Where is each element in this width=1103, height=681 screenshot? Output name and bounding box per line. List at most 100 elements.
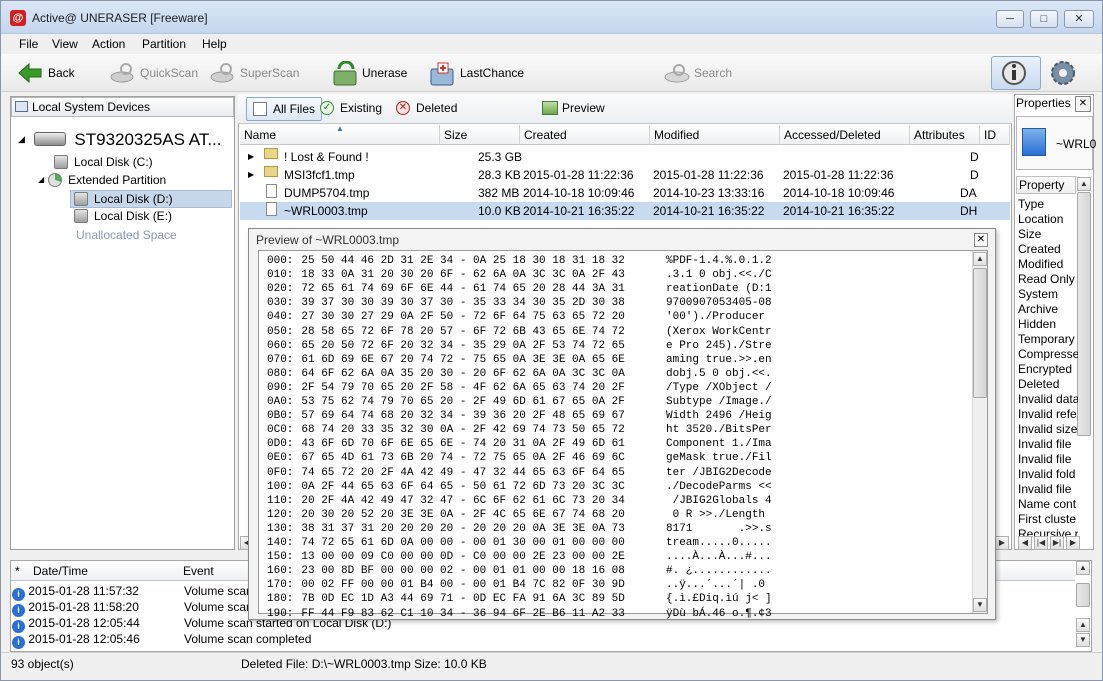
property-item[interactable]: Invalid file [1018, 437, 1078, 451]
column-size[interactable]: Size [440, 125, 520, 145]
log-row[interactable]: i 2015-01-28 12:05:44 Volume scan started… [12, 615, 391, 633]
log-row[interactable]: i 2015-01-28 11:57:32 Volume scan [12, 583, 253, 601]
property-item[interactable]: Invalid file [1018, 482, 1078, 496]
close-button[interactable]: ✕ [1064, 10, 1094, 28]
property-item[interactable]: Invalid fold [1018, 467, 1078, 481]
lastchance-button[interactable]: LastChance [429, 59, 524, 87]
tab-all-files[interactable]: All Files [246, 97, 323, 121]
tree-item-local-disk-d[interactable]: Local Disk (D:) [70, 190, 232, 208]
log-col-star[interactable]: * [15, 564, 20, 578]
property-item[interactable]: Encrypted [1018, 362, 1078, 376]
properties-close-button[interactable]: ✕ [1075, 96, 1091, 112]
hex-scroll-down-button[interactable]: ▼ [973, 598, 987, 612]
hex-offset: 020: [267, 283, 294, 296]
property-item[interactable]: Compressed [1018, 347, 1078, 361]
quickscan-button[interactable]: QuickScan [109, 59, 198, 87]
column-accessed[interactable]: Accessed/Deleted [780, 125, 910, 145]
log-col-date[interactable]: Date/Time [33, 564, 88, 578]
menu-action[interactable]: Action [92, 37, 125, 51]
prop-scroll-left-button[interactable]: ◀ [1018, 536, 1032, 550]
property-item[interactable]: Archive [1018, 302, 1078, 316]
log-row[interactable]: i 2015-01-28 11:58:20 Volume scan [12, 599, 253, 617]
hex-row: 050: 28 58 65 72 6F 78 20 57 - 6F 72 6B 4… [267, 325, 625, 339]
property-item[interactable]: Name cont [1018, 497, 1078, 511]
property-item[interactable]: Created [1018, 242, 1078, 256]
property-item[interactable]: Invalid file [1018, 452, 1078, 466]
column-id[interactable]: ID [980, 125, 1010, 145]
prop-scroll-start-button[interactable]: |◀ [1034, 536, 1048, 550]
collapse-icon: ◢ [18, 134, 25, 144]
maximize-button[interactable]: □ [1030, 10, 1058, 28]
property-column-header[interactable]: Property [1016, 176, 1076, 194]
tree-item-local-disk-c[interactable]: Local Disk (C:) [54, 155, 153, 169]
minimize-button[interactable]: ─ [996, 10, 1024, 28]
hex-ascii: 8171 .>>.s [666, 522, 772, 535]
hex-scroll-up-button[interactable]: ▲ [973, 252, 987, 266]
property-item[interactable]: Hidden [1018, 317, 1078, 331]
partition-pie-icon [48, 173, 63, 187]
property-item[interactable]: Invalid size [1018, 422, 1078, 436]
tab-deleted[interactable]: ✕ Deleted [390, 97, 463, 121]
info-icon [1002, 61, 1026, 85]
search-button[interactable]: Search [663, 59, 732, 87]
gear-icon [1051, 61, 1075, 85]
back-button[interactable]: Back [17, 59, 75, 87]
property-item[interactable]: Modified [1018, 257, 1078, 271]
hex-offset: 070: [267, 353, 294, 366]
property-item[interactable]: Read Only [1018, 272, 1078, 286]
unerase-button[interactable]: Unerase [331, 59, 407, 87]
column-attributes[interactable]: Attributes [910, 125, 980, 145]
tab-existing[interactable]: ✓ Existing [314, 97, 388, 121]
prop-scroll-end-button[interactable]: ▶| [1050, 536, 1064, 550]
property-item[interactable]: Deleted [1018, 377, 1078, 391]
hex-row: 000: 25 50 44 46 2D 31 2E 34 - 0A 25 18 3… [267, 254, 625, 268]
table-row[interactable]: ▶ MSI3fcf1.tmp 28.3 KB 2015-01-28 11:22:… [240, 166, 1010, 184]
property-item[interactable]: Size [1018, 227, 1078, 241]
property-item[interactable]: Invalid refe [1018, 407, 1078, 421]
table-row-selected[interactable]: ~WRL0003.tmp 10.0 KB 2014-10-21 16:35:22… [240, 202, 1010, 220]
log-scroll-down-button[interactable]: ▼ [1076, 633, 1090, 647]
hex-offset: 030: [267, 297, 294, 310]
property-item[interactable]: Location [1018, 212, 1078, 226]
column-name[interactable]: Name ▲ [240, 124, 440, 145]
settings-button[interactable] [1047, 58, 1079, 88]
prop-scroll-right-button[interactable]: ▶ [1066, 536, 1080, 550]
hex-offset: 180: [267, 593, 294, 606]
disk-icon [74, 209, 88, 223]
hex-row: 0C0: 68 74 20 33 35 32 30 0A - 2F 42 69 7… [267, 423, 625, 437]
table-row[interactable]: ▶ ! Lost & Found ! 25.3 GB D [240, 148, 1010, 166]
preview-close-button[interactable]: ✕ [974, 233, 988, 247]
log-col-event[interactable]: Event [183, 564, 214, 578]
table-row[interactable]: DUMP5704.tmp 382 MB 2014-10-18 10:09:46 … [240, 184, 1010, 202]
lastchance-label: LastChance [460, 66, 525, 80]
tab-preview[interactable]: Preview [536, 97, 611, 121]
property-item[interactable]: Invalid data [1018, 392, 1078, 406]
log-scroll-up2-button[interactable]: ▲ [1076, 618, 1090, 632]
property-item[interactable]: Type [1018, 197, 1078, 211]
menu-view[interactable]: View [52, 37, 78, 51]
menu-help[interactable]: Help [202, 37, 227, 51]
column-modified[interactable]: Modified [650, 125, 780, 145]
menu-file[interactable]: File [19, 37, 38, 51]
tree-item-unallocated[interactable]: Unallocated Space [76, 228, 177, 242]
hex-row: 030: 39 37 30 30 39 30 37 30 - 35 33 34 3… [267, 296, 625, 310]
quickscan-label: QuickScan [140, 66, 199, 80]
tree-item-local-disk-e[interactable]: Local Disk (E:) [74, 209, 172, 223]
log-scroll-up-button[interactable]: ▲ [1076, 561, 1090, 575]
menu-partition[interactable]: Partition [142, 37, 186, 51]
prop-scroll-thumb[interactable] [1077, 192, 1091, 436]
log-row[interactable]: i 2015-01-28 12:05:46 Volume scan complet… [12, 631, 311, 649]
log-scroll-thumb[interactable] [1076, 583, 1090, 607]
superscan-button[interactable]: SuperScan [209, 59, 299, 87]
column-created[interactable]: Created [520, 125, 650, 145]
tree-item-extended-partition[interactable]: ◢ Extended Partition [38, 173, 166, 187]
property-item[interactable]: First cluste [1018, 512, 1078, 526]
tree-drive[interactable]: ◢ ST9320325AS AT... [18, 130, 222, 150]
property-item[interactable]: Temporary [1018, 332, 1078, 346]
scroll-right-button[interactable]: ▶ [995, 536, 1009, 550]
property-item[interactable]: System [1018, 287, 1078, 301]
info-toggle-button[interactable] [991, 56, 1041, 90]
hex-ascii: e Pro 245)./Stre [666, 339, 772, 352]
prop-scroll-up-button[interactable]: ▲ [1077, 177, 1091, 191]
hex-scroll-thumb[interactable] [973, 268, 987, 398]
